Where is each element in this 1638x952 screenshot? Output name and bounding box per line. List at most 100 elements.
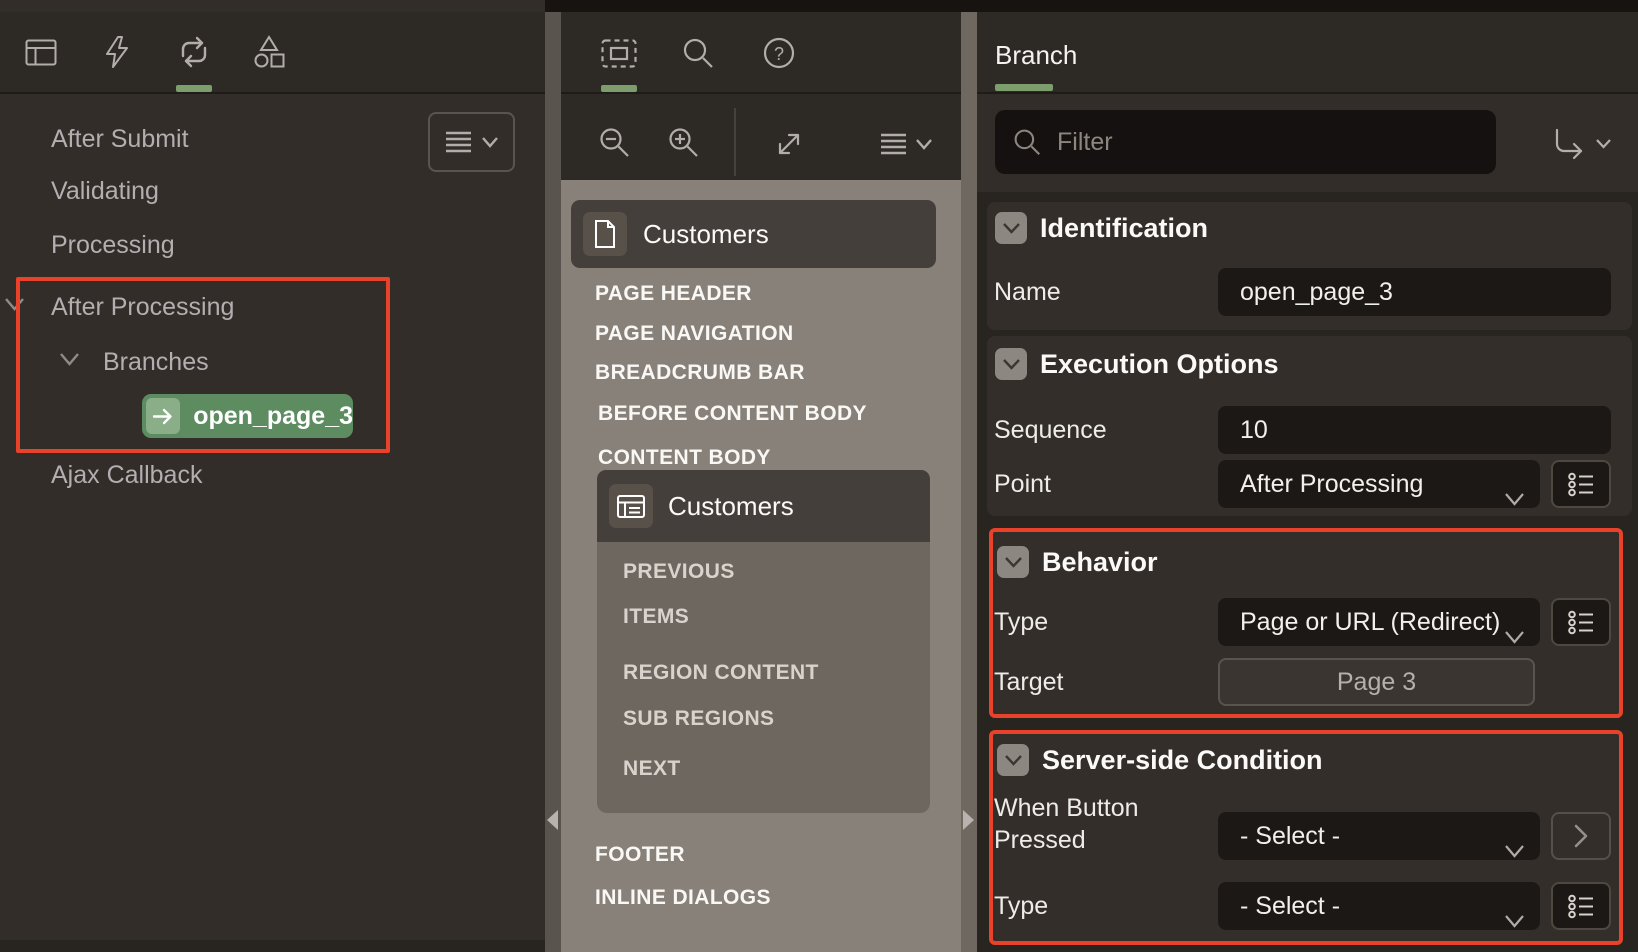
name-input[interactable]: open_page_3 [1218,268,1611,316]
condition-type-quick-pick-button[interactable] [1551,882,1611,930]
tree-item-after-processing[interactable]: After Processing [51,292,234,322]
point-select-value: After Processing [1240,470,1423,498]
active-tab-indicator [995,84,1053,91]
after-processing-expand-chevron[interactable] [5,298,24,316]
layout-node-page-label: Customers [643,219,769,249]
active-tab-indicator [601,85,637,92]
expand-button[interactable] [771,126,807,162]
toolbar-divider [734,108,736,176]
menu-icon [880,133,907,155]
collapse-execution-options-button[interactable] [995,348,1027,380]
chevron-down-icon [60,353,79,366]
target-label: Target [994,667,1063,697]
zoom-in-icon [668,127,700,159]
chevron-down-icon [1003,359,1020,370]
tree-item-validating[interactable]: Validating [51,176,159,206]
sequence-input[interactable]: 10 [1218,406,1611,454]
chevron-down-icon [1596,139,1611,149]
layout-slot-before-content-body[interactable]: BEFORE CONTENT BODY [598,401,867,427]
go-chevron-icon [1574,824,1588,848]
menu-icon [445,131,472,153]
tree-item-open-page-3[interactable]: open_page_3 [142,394,353,438]
layout-slot-region-content[interactable]: REGION CONTENT [623,660,819,686]
zoom-in-button[interactable] [665,124,703,162]
tab-search[interactable] [679,34,717,72]
tab-dynamic-actions[interactable] [98,31,136,73]
chevron-down-icon [1505,612,1524,660]
sequence-label: Sequence [994,415,1107,445]
tab-page-rendering[interactable] [22,33,60,71]
branches-expand-chevron[interactable] [60,353,79,371]
zoom-out-button[interactable] [596,124,634,162]
tree-item-ajax-callback[interactable]: Ajax Callback [51,460,202,490]
type-quick-pick-button[interactable] [1551,598,1611,646]
branch-name-label: open_page_3 [193,402,353,431]
layout-select-icon [601,39,637,68]
layout-slot-inline-dialogs[interactable]: INLINE DIALOGS [595,885,771,911]
region-icon [609,484,653,528]
collapse-identification-button[interactable] [995,212,1027,244]
chevron-down-icon [5,298,24,311]
shared-components-icon [252,35,286,69]
collapse-right-icon[interactable] [963,810,974,830]
when-button-pressed-go-button[interactable] [1551,812,1611,860]
goto-icon [1552,128,1588,160]
type-select-value: Page or URL (Redirect) [1240,608,1500,636]
when-button-pressed-select[interactable]: - Select - [1218,812,1540,860]
point-label: Point [994,469,1051,499]
layout-slot-page-header[interactable]: PAGE HEADER [595,281,752,307]
chevron-down-icon [1003,223,1020,234]
collapse-server-side-condition-button[interactable] [997,744,1029,776]
expand-icon [774,129,804,159]
quick-pick-icon [1568,894,1595,919]
dynamic-actions-icon [104,36,130,68]
tab-help[interactable]: ? [760,34,798,72]
condition-type-value: - Select - [1240,892,1340,920]
type-label: Type [994,607,1048,637]
collapse-behavior-button[interactable] [997,546,1029,578]
zoom-out-icon [599,127,631,159]
chevron-down-icon [916,139,932,150]
filter-input[interactable] [995,110,1496,174]
layout-menu-button[interactable] [874,126,938,162]
layout-slot-footer[interactable]: FOOTER [595,842,685,868]
when-button-pressed-label: When Button Pressed [994,792,1169,856]
processing-icon [177,35,211,69]
tree-item-branches[interactable]: Branches [103,347,209,377]
tab-processing[interactable] [175,33,213,71]
layout-slot-page-navigation[interactable]: PAGE NAVIGATION [595,321,794,347]
layout-slot-breadcrumb-bar[interactable]: BREADCRUMB BAR [595,360,805,386]
target-button[interactable]: Page 3 [1218,658,1535,706]
name-label: Name [994,277,1061,307]
point-select[interactable]: After Processing [1218,460,1540,508]
chevron-down-icon [1505,474,1524,522]
chevron-down-icon [482,137,498,148]
page-icon [583,212,627,256]
goto-menu-button[interactable] [1538,118,1624,170]
identification-title: Identification [1040,211,1208,245]
server-side-condition-title: Server-side Condition [1042,743,1323,777]
page-designer: After Submit Validating Processing After… [0,0,1638,952]
layout-slot-content-body[interactable]: CONTENT BODY [598,445,771,471]
layout-slot-next[interactable]: NEXT [623,756,681,782]
layout-node-region-label: Customers [668,491,794,521]
tree-item-after-submit[interactable]: After Submit [51,124,189,154]
collapse-left-icon[interactable] [547,810,558,830]
help-icon: ? [762,36,796,70]
tab-shared-components[interactable] [250,33,288,71]
chevron-down-icon [1505,896,1524,944]
tab-branch[interactable]: Branch [995,38,1077,72]
tab-layout[interactable] [599,36,639,70]
processing-tree-menu-button[interactable] [428,112,515,172]
layout-slot-sub-regions[interactable]: SUB REGIONS [623,706,774,732]
condition-type-label: Type [994,891,1048,921]
point-quick-pick-button[interactable] [1551,460,1611,508]
quick-pick-icon [1568,472,1595,497]
quick-pick-icon [1568,610,1595,635]
condition-type-select[interactable]: - Select - [1218,882,1540,930]
layout-slot-items[interactable]: ITEMS [623,604,689,630]
tree-item-processing[interactable]: Processing [51,230,175,260]
layout-slot-previous[interactable]: PREVIOUS [623,559,735,585]
type-select[interactable]: Page or URL (Redirect) [1218,598,1540,646]
search-icon [1010,126,1044,158]
